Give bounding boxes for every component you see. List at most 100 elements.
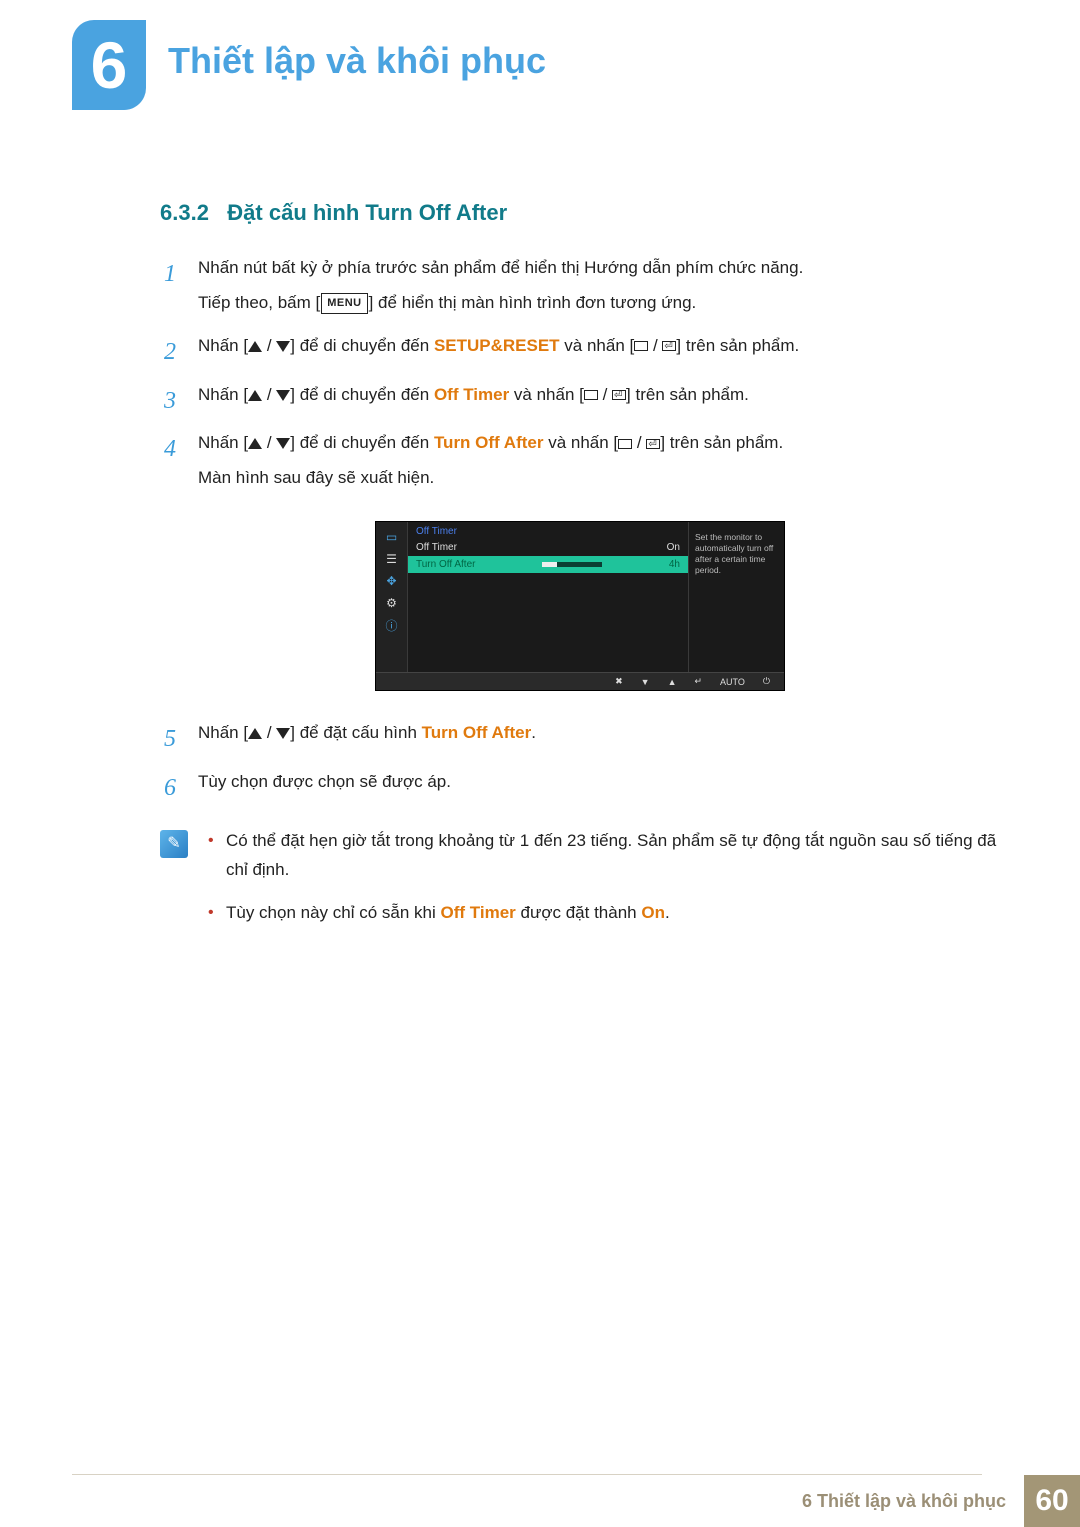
note-item: Tùy chọn này chỉ có sẵn khi Off Timer đư… — [206, 899, 1000, 928]
list-icon: ☰ — [383, 552, 401, 566]
arrow-up-icon — [248, 728, 262, 739]
subsection-heading: 6.3.2 Đặt cấu hình Turn Off After — [160, 200, 1000, 226]
subsection-number: 6.3.2 — [160, 200, 209, 225]
arrow-up-icon — [248, 390, 262, 401]
text: được đặt thành — [516, 903, 642, 922]
step-3: 3 Nhấn [ / ] để di chuyển đến Off Timer … — [160, 381, 1000, 422]
step-2: 2 Nhấn [ / ] để di chuyển đến SETUP&RESE… — [160, 332, 1000, 373]
highlight-off-timer: Off Timer — [434, 385, 509, 404]
chapter-title: Thiết lập và khôi phục — [168, 40, 546, 82]
highlight-turn-off-after: Turn Off After — [434, 433, 544, 452]
text: ] trên sản phẩm. — [660, 433, 783, 452]
step-number: 6 — [160, 768, 180, 809]
text: và nhấn [ — [543, 433, 618, 452]
osd-row-value: On — [667, 542, 680, 553]
text: và nhấn [ — [560, 336, 635, 355]
monitor-icon: ▭ — [383, 530, 401, 544]
text: ] để hiển thị màn hình trình đơn tương ứ… — [369, 293, 697, 312]
highlight-off-timer: Off Timer — [441, 903, 516, 922]
step-number: 5 — [160, 719, 180, 760]
osd-row-turn-off-after: Turn Off After 4h — [408, 556, 688, 573]
page-header: 6 Thiết lập và khôi phục — [72, 20, 1020, 110]
arrow-down-icon — [276, 341, 290, 352]
osd-nav-bar: ✖ ▼ ▲ ↵ AUTO ⏻ — [376, 672, 784, 690]
text: ] để đặt cấu hình — [290, 723, 421, 742]
text: Tùy chọn được chọn sẽ được áp. — [198, 768, 1000, 797]
highlight-turn-off-after: Turn Off After — [422, 723, 532, 742]
step-body: Tùy chọn được chọn sẽ được áp. — [198, 768, 1000, 803]
arrow-up-icon — [248, 438, 262, 449]
text: Tiếp theo, bấm [ — [198, 293, 320, 312]
note-body: Có thể đặt hẹn giờ tắt trong khoảng từ 1… — [206, 827, 1000, 942]
osd-menu: Off Timer Off Timer On Turn Off After 4h — [408, 522, 689, 672]
osd-screenshot: ▭ ☰ ✥ ⚙ ⓘ Off Timer Off Timer On Turn — [375, 521, 785, 691]
text: ] để di chuyển đến — [290, 433, 434, 452]
gear-icon: ⚙ — [383, 596, 401, 610]
info-icon: ⓘ — [383, 618, 401, 632]
step-1: 1 Nhấn nút bất kỳ ở phía trước sản phẩm … — [160, 254, 1000, 324]
osd-row-label: Off Timer — [416, 542, 457, 553]
osd-row-off-timer: Off Timer On — [408, 539, 688, 556]
text: Nhấn [ — [198, 336, 248, 355]
page-footer: 6 Thiết lập và khôi phục 60 — [784, 1475, 1080, 1527]
arrow-down-icon — [276, 438, 290, 449]
step-number: 2 — [160, 332, 180, 373]
chapter-number-badge: 6 — [72, 20, 146, 110]
highlight-on: On — [641, 903, 665, 922]
step-body: Nhấn [ / ] để di chuyển đến Off Timer và… — [198, 381, 1000, 416]
select-icon — [634, 341, 648, 351]
highlight-setup-reset: SETUP&RESET — [434, 336, 560, 355]
arrow-up-icon — [248, 341, 262, 352]
step-6: 6 Tùy chọn được chọn sẽ được áp. — [160, 768, 1000, 809]
osd-enter-icon: ↵ — [694, 676, 702, 687]
text: ] trên sản phẩm. — [676, 336, 799, 355]
osd-sidebar: ▭ ☰ ✥ ⚙ ⓘ — [376, 522, 408, 672]
osd-auto-label: AUTO — [720, 677, 745, 687]
enter-icon — [612, 390, 626, 400]
step-5: 5 Nhấn [ / ] để đặt cấu hình Turn Off Af… — [160, 719, 1000, 760]
step-number: 3 — [160, 381, 180, 422]
enter-icon — [646, 439, 660, 449]
text: và nhấn [ — [509, 385, 584, 404]
select-icon — [618, 439, 632, 449]
osd-power-icon: ⏻ — [763, 676, 770, 687]
text: ] trên sản phẩm. — [626, 385, 749, 404]
note-block: ✎ Có thể đặt hẹn giờ tắt trong khoảng từ… — [160, 827, 1000, 942]
osd-slider — [542, 562, 602, 567]
text: Màn hình sau đây sẽ xuất hiện. — [198, 464, 1000, 493]
enter-icon — [662, 341, 676, 351]
step-body: Nhấn [ / ] để đặt cấu hình Turn Off Afte… — [198, 719, 1000, 754]
osd-help-text: Set the monitor to automatically turn of… — [689, 522, 784, 672]
step-body: Nhấn nút bất kỳ ở phía trước sản phẩm để… — [198, 254, 1000, 324]
text: Nhấn nút bất kỳ ở phía trước sản phẩm để… — [198, 258, 803, 277]
step-body: Nhấn [ / ] để di chuyển đến Turn Off Aft… — [198, 429, 1000, 499]
text: ] để di chuyển đến — [290, 336, 434, 355]
note-icon: ✎ — [160, 830, 188, 858]
note-item: Có thể đặt hẹn giờ tắt trong khoảng từ 1… — [206, 827, 1000, 885]
subsection-title: Đặt cấu hình Turn Off After — [227, 200, 507, 225]
step-body: Nhấn [ / ] để di chuyển đến SETUP&RESET … — [198, 332, 1000, 367]
text: . — [665, 903, 670, 922]
osd-down-icon: ▼ — [641, 677, 650, 687]
move-icon: ✥ — [383, 574, 401, 588]
text: ] để di chuyển đến — [290, 385, 434, 404]
menu-key-icon: MENU — [321, 293, 367, 314]
text: Nhấn [ — [198, 385, 248, 404]
osd-up-icon: ▲ — [668, 677, 677, 687]
osd-row-value: 4h — [669, 559, 680, 570]
text: . — [531, 723, 536, 742]
text: Nhấn [ — [198, 433, 248, 452]
step-number: 1 — [160, 254, 180, 295]
step-4: 4 Nhấn [ / ] để di chuyển đến Turn Off A… — [160, 429, 1000, 499]
osd-title: Off Timer — [408, 522, 688, 539]
text: Nhấn [ — [198, 723, 248, 742]
footer-page-number: 60 — [1024, 1475, 1080, 1527]
osd-row-label: Turn Off After — [416, 559, 475, 570]
arrow-down-icon — [276, 390, 290, 401]
osd-close-icon: ✖ — [615, 676, 623, 687]
step-number: 4 — [160, 429, 180, 470]
select-icon — [584, 390, 598, 400]
footer-chapter-label: 6 Thiết lập và khôi phục — [784, 1475, 1024, 1527]
arrow-down-icon — [276, 728, 290, 739]
text: Tùy chọn này chỉ có sẵn khi — [226, 903, 441, 922]
